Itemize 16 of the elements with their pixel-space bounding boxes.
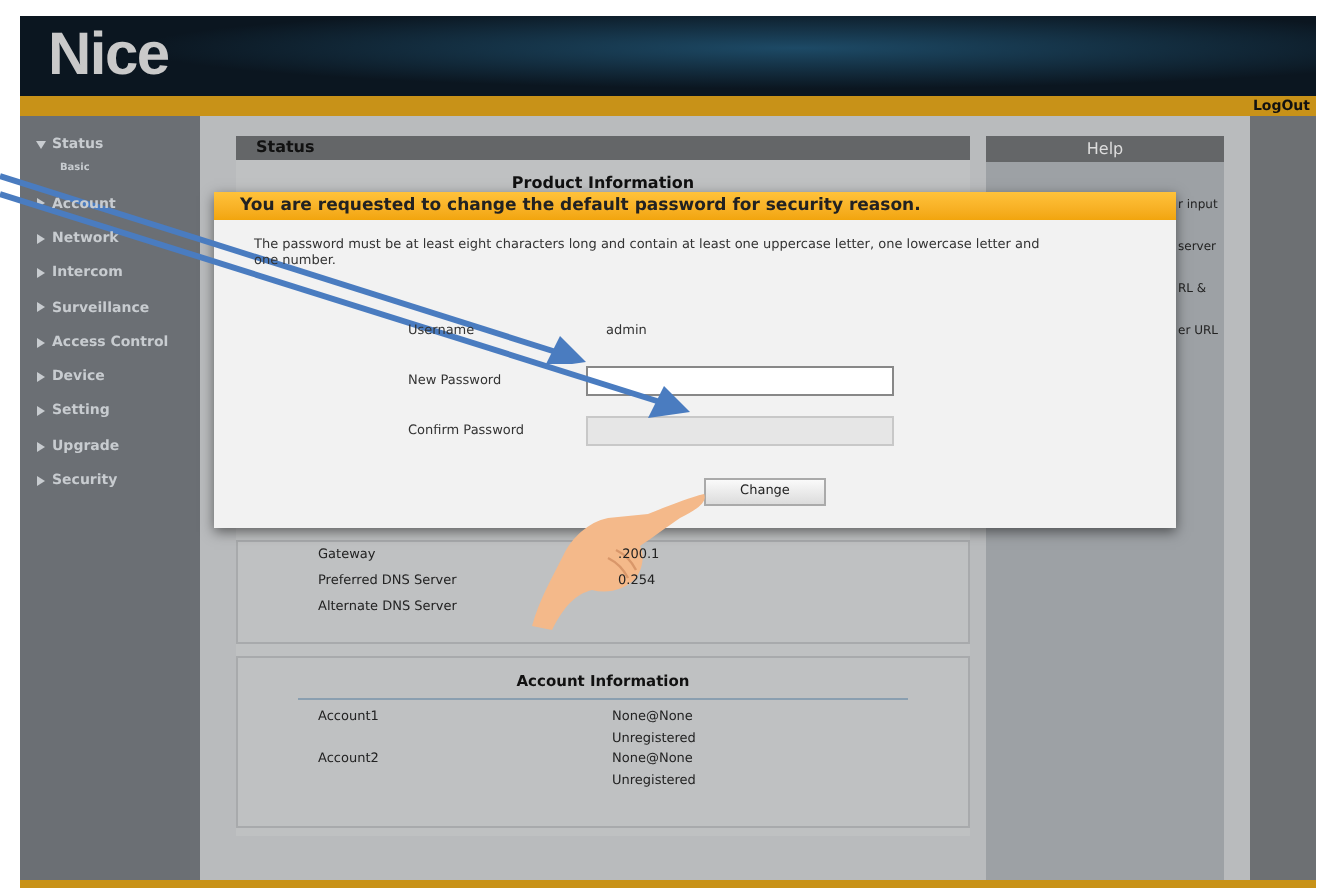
password-field[interactable] xyxy=(586,366,894,396)
panel-title: Status xyxy=(256,136,315,160)
dialog-title: You are requested to change the default password for security reason. xyxy=(214,192,1176,220)
help-title: Help xyxy=(1086,137,1124,161)
caret-right-icon xyxy=(36,302,46,313)
caret-down-icon xyxy=(36,140,46,151)
caret-right-icon xyxy=(36,406,46,417)
logo: Nice xyxy=(48,26,169,86)
caret-right-icon xyxy=(36,441,46,452)
caret-right-icon xyxy=(36,337,46,348)
caret-right-icon xyxy=(36,475,46,486)
caret-right-icon xyxy=(36,371,46,382)
caret-right-icon xyxy=(36,268,46,279)
caret-right-icon xyxy=(36,233,46,244)
caret-right-icon xyxy=(36,198,46,209)
section-heading: Product Information xyxy=(509,172,697,196)
